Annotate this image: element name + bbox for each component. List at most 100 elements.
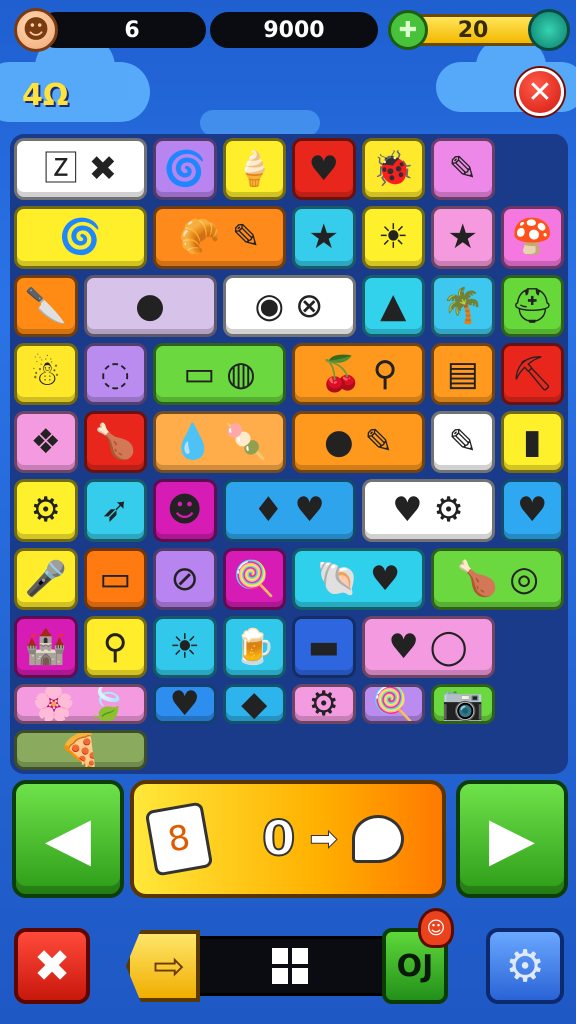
tile-arrow[interactable]: ➶ [83, 479, 147, 542]
tile-gear-blue[interactable]: ⚙ [292, 684, 356, 724]
cloud-faint [200, 110, 320, 136]
tile-ring-badge[interactable]: ⚙ [14, 479, 78, 542]
tile-mug-icon: 🍺 [233, 626, 276, 667]
avatar[interactable]: ☻ [14, 8, 58, 52]
tile-mushroom-icon: 🍄 [511, 217, 554, 258]
tile-helmet[interactable]: ⛑ [500, 274, 564, 337]
bottom-bar: ✖ ⇨ OJ ☺ ⚙ [0, 908, 576, 1008]
energy-add-button[interactable] [528, 9, 570, 51]
tile-crystal[interactable]: ◆ [222, 684, 286, 724]
score-counter: 9000 [210, 12, 378, 48]
tile-blob-icon: ☻ [167, 490, 203, 531]
lives-counter: 6 [38, 12, 206, 48]
tile-mushroom[interactable]: 🍄 [500, 206, 564, 269]
tile-battery[interactable]: ▭ [83, 547, 147, 610]
tile-tag-ball[interactable]: ▭ ◍ [153, 342, 286, 405]
mascot-icon: ☺ [418, 908, 454, 948]
left-arrow-button[interactable]: ◀ [12, 780, 124, 898]
close-icon: ✕ [527, 74, 553, 110]
tile-sign[interactable]: 🅉 ✖ [14, 138, 147, 201]
tile-castle[interactable]: 🏰 [14, 615, 78, 678]
tile-drumstick[interactable]: 🍗 [83, 411, 147, 474]
tile-heart-ring[interactable]: ♥ ◯ [361, 615, 495, 678]
grid-icon [272, 948, 308, 984]
mascot-face: ☺ [426, 917, 446, 939]
tile-figure-icon: ☃ [30, 353, 61, 394]
tile-no-sign-icon: ⊘ [170, 558, 200, 599]
tile-heart-purple[interactable]: ♥ [500, 479, 564, 542]
tile-crayon-icon: ✎ [448, 422, 478, 463]
arrow-right-icon: ➡ [309, 819, 338, 860]
tile-sun-red-icon: ☀ [169, 626, 200, 667]
tile-icecream[interactable]: 🍦 [222, 138, 286, 201]
tile-arrow-icon: ➶ [101, 490, 130, 531]
tile-palm[interactable]: 🌴 [431, 274, 495, 337]
tile-cherry-loop[interactable]: 🍒 ⚲ [292, 342, 425, 405]
tile-mic[interactable]: 🎤 [14, 547, 78, 610]
tile-tag-ball-icon: ▭ ◍ [183, 353, 256, 394]
tile-bug[interactable]: 🐞 [361, 138, 425, 201]
clover-glyph: ✚ [398, 17, 418, 43]
tile-camera-icon: 📷 [441, 684, 484, 724]
speech-bubble-icon [351, 815, 404, 863]
tile-heart-gold[interactable]: ♥ [153, 684, 217, 724]
tile-orbs-icon: ◉ ⊗ [254, 285, 324, 326]
tile-drop-pop[interactable]: 💧 🍡 [153, 411, 286, 474]
tile-figure[interactable]: ☃ [14, 342, 78, 405]
tile-heart[interactable]: ♥ [292, 138, 356, 201]
tile-spiral[interactable]: 🌀 [153, 138, 217, 201]
tile-gear-blue-icon: ⚙ [308, 684, 339, 724]
tile-lolly-pen[interactable]: ● ✎ [292, 411, 425, 474]
tile-candy-icon: 🍭 [372, 684, 415, 724]
tile-lollipop[interactable]: 🍭 [222, 547, 286, 610]
tile-sun-red[interactable]: ☀ [153, 615, 217, 678]
tile-star-orange[interactable]: ★ [292, 206, 356, 269]
tile-sun[interactable]: ☀ [361, 206, 425, 269]
tile-crayon[interactable]: ✎ [431, 411, 495, 474]
tile-knife[interactable]: 🔪 [14, 274, 78, 337]
tile-camera[interactable]: 📷 [431, 684, 495, 724]
tile-iceberg[interactable]: ▲ [361, 274, 425, 337]
tile-flower-leaf[interactable]: 🌸 🍃 [14, 684, 147, 724]
tile-drop-pop-icon: 💧 🍡 [171, 422, 268, 463]
tile-key[interactable]: ⚲ [83, 615, 147, 678]
level-badge: 4Ω [22, 78, 69, 113]
tile-key-icon: ⚲ [102, 626, 128, 667]
tile-blob[interactable]: ☻ [153, 479, 217, 542]
tile-star-gold-icon: ★ [447, 217, 478, 258]
tile-leg-rainbow-icon: 🍗 ◎ [456, 558, 539, 599]
tile-slice[interactable]: 🍕 [14, 730, 147, 770]
tile-palm-icon: 🌴 [441, 285, 484, 326]
tile-croissant[interactable]: 🥐 ✎ [153, 206, 286, 269]
tile-pickaxe[interactable]: ⛏ [500, 342, 564, 405]
tile-no-sign[interactable]: ⊘ [153, 547, 217, 610]
tile-stick[interactable]: ▬ [292, 615, 356, 678]
tile-mug[interactable]: 🍺 [222, 615, 286, 678]
right-arrow-button[interactable]: ▶ [456, 780, 568, 898]
tile-box[interactable]: ▤ [431, 342, 495, 405]
tile-leg-rainbow[interactable]: 🍗 ◎ [431, 547, 564, 610]
tile-ring[interactable]: ◌ [83, 342, 147, 405]
tile-heart-gear[interactable]: ♥ ⚙ [361, 479, 495, 542]
close-button[interactable]: ✕ [516, 68, 564, 116]
tile-cherry-loop-icon: 🍒 ⚲ [319, 353, 398, 394]
tile-star-gold[interactable]: ★ [431, 206, 495, 269]
tile-heart-gear-icon: ♥ ⚙ [392, 490, 464, 531]
tile-candy[interactable]: 🍭 [361, 684, 425, 724]
cancel-button[interactable]: ✖ [14, 928, 90, 1004]
x-icon: ✖ [33, 940, 71, 992]
next-button[interactable]: ⇨ [126, 930, 200, 1002]
tile-disc[interactable]: 🌀 [14, 206, 147, 269]
tile-slice-icon: 🍕 [59, 730, 102, 770]
tile-orbs[interactable]: ◉ ⊗ [222, 274, 356, 337]
tile-tube[interactable]: ▮ [500, 411, 564, 474]
tile-purple-orb[interactable]: ● [83, 274, 217, 337]
game-board: 🅉 ✖ 🌀 🍦 ♥ 🐞 ✎ 🌀 🥐 ✎ ★ ☀ ★ 🍄 🔪 ● ◉ ⊗ ▲ 🌴 ⛑ ☃ ◌ ▭ ◍ 🍒 ⚲ ▤ ⛏ ❖ 🍗 💧 🍡 ●… [10, 134, 568, 774]
tile-shell-heart[interactable]: 🐚 ♥ [292, 547, 425, 610]
menu-bar[interactable] [192, 936, 388, 996]
tile-pen[interactable]: ✎ [431, 138, 495, 201]
tile-gem-heart[interactable]: ♦ ♥ [222, 479, 356, 542]
gear-icon: ⚙ [505, 940, 545, 992]
settings-button[interactable]: ⚙ [486, 928, 564, 1004]
tile-badge[interactable]: ❖ [14, 411, 78, 474]
